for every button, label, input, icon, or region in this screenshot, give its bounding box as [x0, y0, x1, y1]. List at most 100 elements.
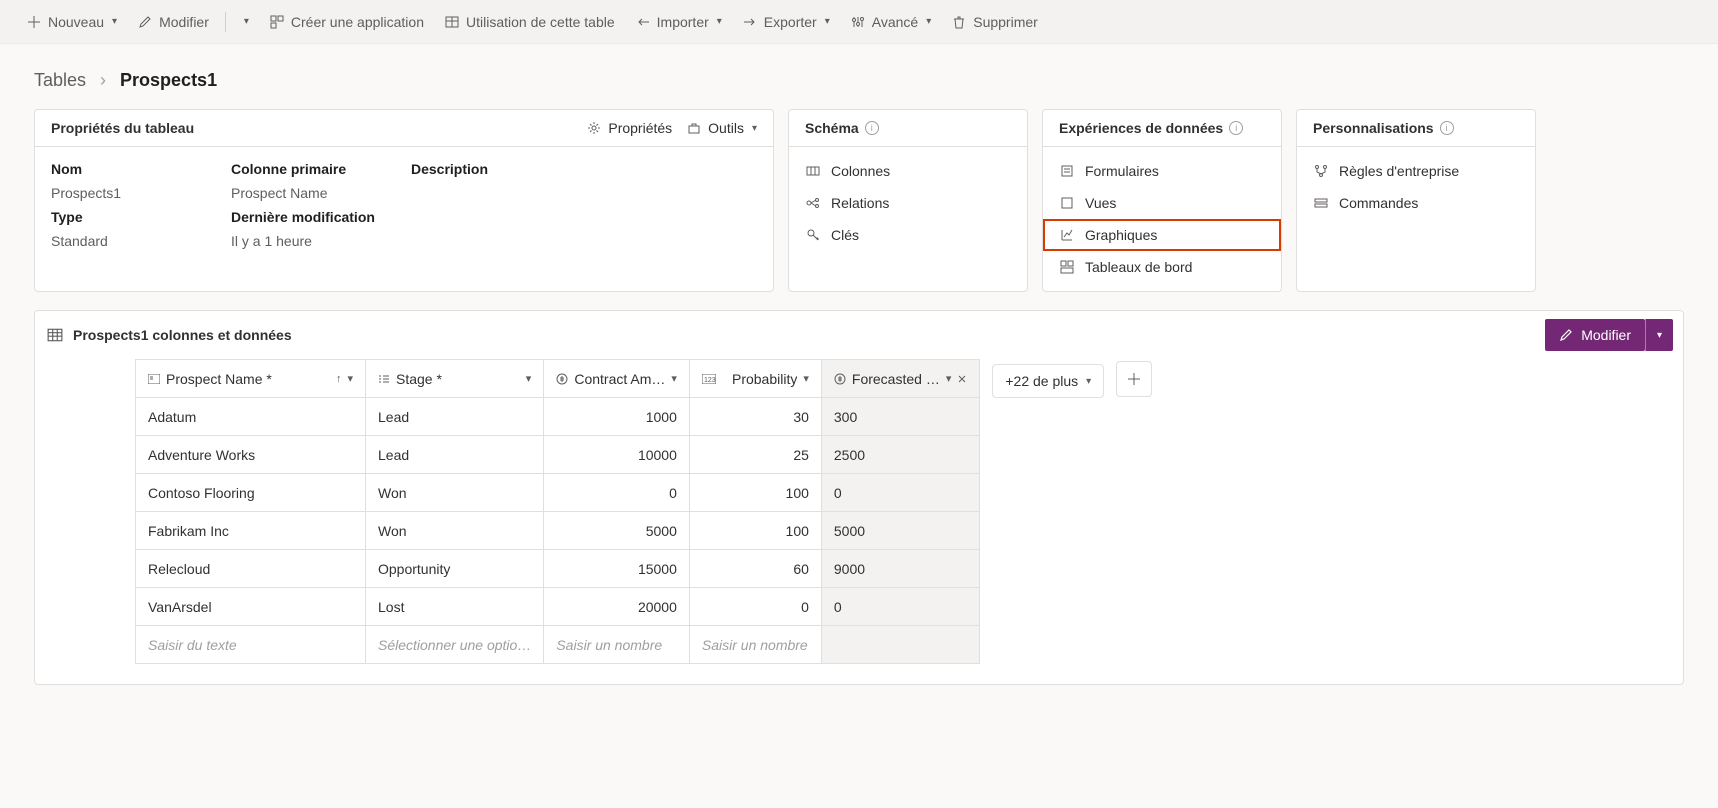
- cell-prob-input[interactable]: Saisir un nombre: [689, 626, 821, 664]
- chevron-down-icon: ▾: [717, 16, 722, 27]
- personnalisations-title: Personnalisations: [1313, 120, 1434, 136]
- cell-name[interactable]: Relecloud: [136, 550, 366, 588]
- cell-stage[interactable]: Lead: [366, 398, 544, 436]
- chevron-down-icon: ▾: [112, 16, 117, 27]
- table-row[interactable]: VanArsdelLost2000000: [136, 588, 980, 626]
- chevron-down-icon: ▾: [803, 372, 809, 385]
- exp-graphiques[interactable]: Graphiques: [1043, 219, 1281, 251]
- properties-action[interactable]: Propriétés: [586, 120, 672, 136]
- chevron-down-icon: ▾: [926, 16, 931, 27]
- table-row[interactable]: Contoso FlooringWon01000: [136, 474, 980, 512]
- table-row[interactable]: AdatumLead100030300: [136, 398, 980, 436]
- cell-contract[interactable]: 15000: [544, 550, 690, 588]
- experiences-title: Expériences de données: [1059, 120, 1223, 136]
- chevron-down-icon: ▾: [526, 372, 532, 385]
- nouveau-label: Nouveau: [48, 14, 104, 30]
- exp-tableaux[interactable]: Tableaux de bord: [1043, 251, 1281, 283]
- cell-stage[interactable]: Won: [366, 512, 544, 550]
- pers-regles[interactable]: Règles d'entreprise: [1297, 155, 1535, 187]
- cell-prob[interactable]: 30: [689, 398, 821, 436]
- chevron-down-icon: ▾: [825, 16, 830, 27]
- col-header-stage[interactable]: Stage * ▾: [366, 360, 544, 398]
- chevron-down-icon: ▾: [946, 372, 952, 385]
- exporter-label: Exporter: [764, 14, 817, 30]
- exp-vues[interactable]: Vues: [1043, 187, 1281, 219]
- dashboard-icon: [1059, 259, 1075, 275]
- label-nom: Nom: [51, 161, 231, 177]
- cell-name[interactable]: Fabrikam Inc: [136, 512, 366, 550]
- cell-forecast[interactable]: 300: [821, 398, 979, 436]
- nouveau-button[interactable]: Nouveau ▾: [18, 6, 125, 38]
- schema-cles[interactable]: Clés: [789, 219, 1027, 251]
- modifier-data-dropdown[interactable]: ▾: [1645, 319, 1673, 351]
- cell-contract[interactable]: 0: [544, 474, 690, 512]
- cell-name-input[interactable]: Saisir du texte: [136, 626, 366, 664]
- info-icon[interactable]: i: [1440, 121, 1454, 135]
- creer-app-button[interactable]: Créer une application: [261, 6, 432, 38]
- col-header-prob[interactable]: 123 Probability ▾: [689, 360, 821, 398]
- utilisation-button[interactable]: Utilisation de cette table: [436, 6, 623, 38]
- cell-stage[interactable]: Opportunity: [366, 550, 544, 588]
- cell-contract[interactable]: 10000: [544, 436, 690, 474]
- modifier-data-button[interactable]: Modifier: [1545, 319, 1645, 351]
- cell-prob[interactable]: 100: [689, 474, 821, 512]
- importer-button[interactable]: Importer ▾: [627, 6, 730, 38]
- info-icon[interactable]: i: [865, 121, 879, 135]
- table-row[interactable]: RelecloudOpportunity15000609000: [136, 550, 980, 588]
- cell-contract[interactable]: 5000: [544, 512, 690, 550]
- value-derniere-modif: Il y a 1 heure: [231, 233, 411, 249]
- cell-prob[interactable]: 60: [689, 550, 821, 588]
- schema-relations[interactable]: Relations: [789, 187, 1027, 219]
- cell-name[interactable]: VanArsdel: [136, 588, 366, 626]
- label-description: Description: [411, 161, 757, 177]
- cell-contract[interactable]: 20000: [544, 588, 690, 626]
- more-columns-button[interactable]: +22 de plus ▾: [992, 364, 1104, 398]
- cell-forecast[interactable]: 0: [821, 474, 979, 512]
- exporter-button[interactable]: Exporter ▾: [734, 6, 838, 38]
- exp-formulaires[interactable]: Formulaires: [1043, 155, 1281, 187]
- col-header-forecast[interactable]: Forecasted … ▾: [821, 360, 979, 398]
- modifier-dropdown[interactable]: ▾: [234, 6, 257, 38]
- col-header-contract[interactable]: Contract Am… ▾: [544, 360, 690, 398]
- table-row[interactable]: Fabrikam IncWon50001005000: [136, 512, 980, 550]
- cell-prob[interactable]: 100: [689, 512, 821, 550]
- import-icon: [635, 14, 651, 30]
- cell-prob[interactable]: 25: [689, 436, 821, 474]
- cell-forecast[interactable]: 2500: [821, 436, 979, 474]
- breadcrumb-root[interactable]: Tables: [34, 70, 86, 91]
- table-row[interactable]: Adventure WorksLead10000252500: [136, 436, 980, 474]
- cell-name[interactable]: Adventure Works: [136, 436, 366, 474]
- modifier-button[interactable]: Modifier: [129, 6, 217, 38]
- data-section-title: Prospects1 colonnes et données: [73, 327, 292, 343]
- cell-stage[interactable]: Lost: [366, 588, 544, 626]
- cell-contract[interactable]: 1000: [544, 398, 690, 436]
- text-type-icon: [148, 374, 160, 384]
- supprimer-button[interactable]: Supprimer: [943, 6, 1046, 38]
- number-type-icon: 123: [702, 374, 716, 384]
- table-icon: [47, 327, 63, 343]
- cell-stage[interactable]: Won: [366, 474, 544, 512]
- add-column-button[interactable]: [1116, 361, 1152, 397]
- data-grid: Prospect Name * ↑ ▾ Stage * ▾: [135, 359, 980, 664]
- cell-stage-input[interactable]: Sélectionner une optio…: [366, 626, 544, 664]
- cell-forecast[interactable]: 5000: [821, 512, 979, 550]
- card-properties-title: Propriétés du tableau: [51, 120, 194, 136]
- cell-name[interactable]: Contoso Flooring: [136, 474, 366, 512]
- cell-forecast[interactable]: 9000: [821, 550, 979, 588]
- sliders-icon: [850, 14, 866, 30]
- table-row-new[interactable]: Saisir du texteSélectionner une optio…Sa…: [136, 626, 980, 664]
- cell-prob[interactable]: 0: [689, 588, 821, 626]
- pers-commandes[interactable]: Commandes: [1297, 187, 1535, 219]
- value-nom: Prospects1: [51, 185, 231, 201]
- schema-colonnes[interactable]: Colonnes: [789, 155, 1027, 187]
- outils-action[interactable]: Outils ▾: [686, 120, 757, 136]
- avance-button[interactable]: Avancé ▾: [842, 6, 939, 38]
- cell-name[interactable]: Adatum: [136, 398, 366, 436]
- cell-contract-input[interactable]: Saisir un nombre: [544, 626, 690, 664]
- info-icon[interactable]: i: [1229, 121, 1243, 135]
- cell-forecast[interactable]: 0: [821, 588, 979, 626]
- creer-app-label: Créer une application: [291, 14, 424, 30]
- gear-icon: [586, 120, 602, 136]
- col-header-name[interactable]: Prospect Name * ↑ ▾: [136, 360, 366, 398]
- cell-stage[interactable]: Lead: [366, 436, 544, 474]
